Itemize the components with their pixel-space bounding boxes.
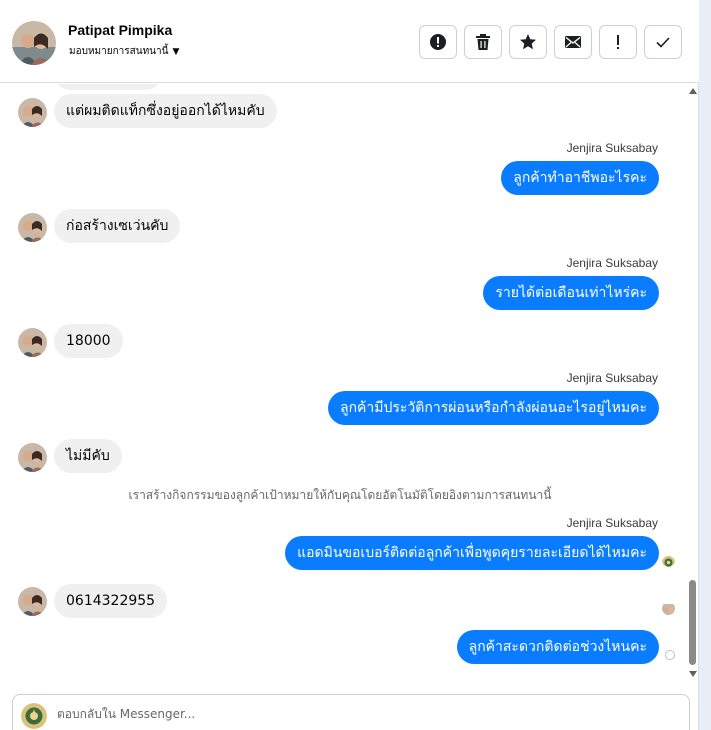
contact-avatar-small	[18, 443, 47, 472]
reply-input[interactable]	[57, 707, 657, 721]
check-icon	[656, 37, 670, 48]
previous-message-bubble	[54, 84, 162, 90]
message-scrollbar[interactable]	[687, 84, 699, 690]
mark-done-button[interactable]	[644, 25, 682, 59]
incoming-message[interactable]: ก่อสร้างเซเว่นคับ	[54, 209, 181, 243]
message-row: ไม่มีคับ	[0, 439, 699, 473]
message-row: 0614322955	[0, 584, 699, 618]
side-panel-edge	[699, 0, 711, 730]
trash-icon	[476, 34, 490, 50]
sender-name: Jenjira Suksabay	[566, 256, 658, 270]
system-notice: เราสร้างกิจกรรมของลูกค้าเป้าหมายให้กับคุ…	[128, 488, 552, 502]
alert-circle-icon	[430, 34, 446, 50]
contact-avatar-small	[18, 98, 47, 127]
mark-unread-button[interactable]	[554, 25, 592, 59]
incoming-message[interactable]: 18000	[54, 324, 123, 358]
scroll-up-arrow-icon[interactable]	[689, 88, 697, 94]
scroll-thumb[interactable]	[689, 580, 696, 665]
conversation-toolbar	[419, 25, 682, 59]
reply-composer	[12, 694, 690, 730]
sender-name: Jenjira Suksabay	[566, 371, 658, 385]
sender-name: Jenjira Suksabay	[566, 516, 658, 530]
caret-down-icon: ▼	[172, 46, 180, 57]
delete-button[interactable]	[464, 25, 502, 59]
contact-avatar-small	[18, 328, 47, 357]
sent-status-icon	[665, 650, 675, 660]
incoming-message[interactable]: แต่ผมติดแท็กซึ่งอยู่ออกได้ไหมคับ	[54, 94, 277, 128]
exclamation-icon	[617, 35, 619, 49]
contact-seen-avatar	[662, 602, 675, 615]
page-avatar	[21, 703, 47, 729]
message-row: 18000	[0, 324, 699, 358]
sender-name: Jenjira Suksabay	[566, 141, 658, 155]
scroll-down-arrow-icon[interactable]	[689, 671, 697, 677]
spam-button[interactable]	[419, 25, 457, 59]
star-icon	[520, 34, 536, 50]
message-list[interactable]: แต่ผมติดแท็กซึ่งอยู่ออกได้ไหมคับ Jenjira…	[0, 84, 699, 690]
conversation-header: Patipat Pimpika มอบหมายการสนทนานี้ ▼	[0, 0, 699, 83]
message-row: ก่อสร้างเซเว่นคับ	[0, 209, 699, 243]
contact-name[interactable]: Patipat Pimpika	[68, 22, 172, 38]
outgoing-message[interactable]: แอดมินขอเบอร์ติดต่อลูกค้าเพื่อพูดคุยรายล…	[285, 536, 659, 570]
contact-avatar-small	[18, 587, 47, 616]
follow-up-button[interactable]	[599, 25, 637, 59]
outgoing-message[interactable]: ลูกค้ามีประวัติการผ่อนหรือกำลังผ่อนอะไรอ…	[327, 391, 659, 425]
outgoing-message[interactable]: รายได้ต่อเดือนเท่าไหร่คะ	[483, 276, 659, 310]
incoming-message[interactable]: ไม่มีคับ	[54, 439, 122, 473]
contact-avatar-small	[18, 213, 47, 242]
assign-conversation-dropdown[interactable]: มอบหมายการสนทนานี้ ▼	[69, 44, 179, 59]
assign-label: มอบหมายการสนทนานี้	[69, 46, 169, 57]
incoming-message[interactable]: 0614322955	[54, 584, 168, 618]
contact-avatar[interactable]	[12, 21, 56, 65]
star-button[interactable]	[509, 25, 547, 59]
message-row: แต่ผมติดแท็กซึ่งอยู่ออกได้ไหมคับ	[0, 94, 699, 128]
outgoing-message[interactable]: ลูกค้าทำอาชีพอะไรคะ	[501, 161, 659, 195]
outgoing-message[interactable]: ลูกค้าสะดวกติดต่อช่วงไหนคะ	[456, 630, 659, 664]
page-seen-avatar	[662, 554, 675, 567]
envelope-icon	[565, 36, 581, 48]
